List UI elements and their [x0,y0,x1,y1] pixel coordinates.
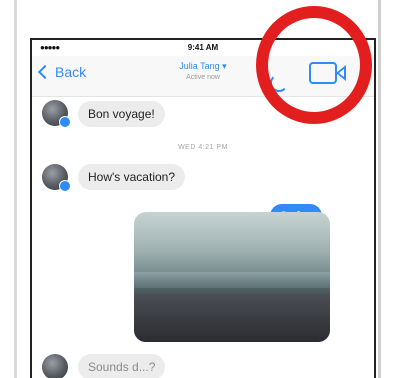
message-thread: Bon voyage! WED 4:21 PM How's vacation? … [32,96,374,378]
photo-beach [134,294,330,342]
timestamp: WED 4:21 PM [178,144,228,151]
phone-edge-left [14,0,17,378]
message-bubble-partial[interactable]: Sounds d...? [78,354,166,378]
avatar[interactable] [42,354,68,378]
screenshot-frame: ●●●●● 9:41 AM Back Julia Tang ▾ Active n… [0,0,393,378]
messenger-badge-icon [59,180,71,192]
photo-message[interactable] [134,212,330,342]
message-bubble-incoming[interactable]: Bon voyage! [78,101,165,127]
phone-edge-right [378,0,381,378]
messenger-badge-icon [59,116,71,128]
avatar[interactable] [42,100,71,128]
photo-sea [134,272,330,288]
red-highlight-circle [256,6,372,124]
avatar[interactable] [42,164,71,192]
message-bubble-incoming[interactable]: How's vacation? [78,164,185,190]
